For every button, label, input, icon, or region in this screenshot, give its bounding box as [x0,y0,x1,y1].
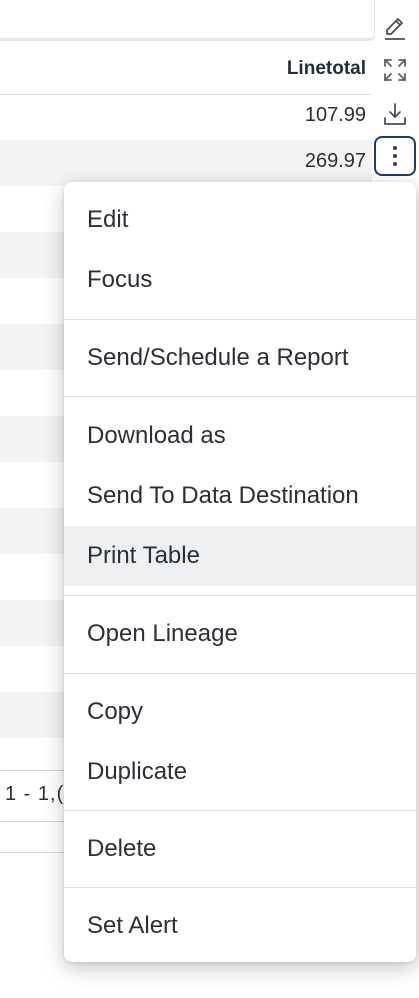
menu-item-duplicate[interactable]: Duplicate [64,742,416,802]
edit-button[interactable] [374,8,416,48]
app-stage: Linetotal 107.99 269.97 1 - 1,(Edit Foc… [0,0,419,998]
menu-separator [64,396,416,397]
menu-item-send-schedule-report[interactable]: Send/Schedule a Report [64,328,416,388]
menu-item-copy[interactable]: Copy [64,682,416,742]
fullscreen-button[interactable] [374,50,416,90]
table-header-row: Linetotal [0,48,372,95]
menu-item-focus[interactable]: Focus [64,250,416,310]
table-cell-linetotal: 107.99 [304,104,366,126]
menu-item-download-as[interactable]: Download as [64,406,416,466]
menu-item-send-to-data-destination[interactable]: Send To Data Destination [64,466,416,526]
menu-item-edit[interactable]: Edit [64,190,416,250]
menu-separator [64,810,416,811]
download-icon [384,103,406,125]
menu-separator [64,673,416,674]
more-options-menu: Edit Focus Send/Schedule a Report Downlo… [64,182,416,962]
menu-item-open-lineage[interactable]: Open Lineage [64,604,416,664]
menu-item-set-alert[interactable]: Set Alert [64,896,416,956]
table-cell-linetotal: 269.97 [304,150,366,172]
menu-separator [64,887,416,888]
pagination-range-text: 1 - 1,( [5,783,65,805]
more-vertical-icon [393,146,397,166]
menu-item-print-table[interactable]: Print Table [64,526,416,586]
more-options-button[interactable] [374,136,416,176]
column-header-linetotal[interactable]: Linetotal [287,58,366,80]
expand-icon [384,59,406,81]
pencil-icon [385,18,405,40]
search-bar[interactable] [0,0,375,41]
download-button[interactable] [374,94,416,134]
menu-item-delete[interactable]: Delete [64,819,416,879]
table-row[interactable]: 107.99 [0,94,372,140]
menu-separator [64,595,416,596]
menu-separator [64,319,416,320]
table-row[interactable]: 269.97 [0,140,372,186]
